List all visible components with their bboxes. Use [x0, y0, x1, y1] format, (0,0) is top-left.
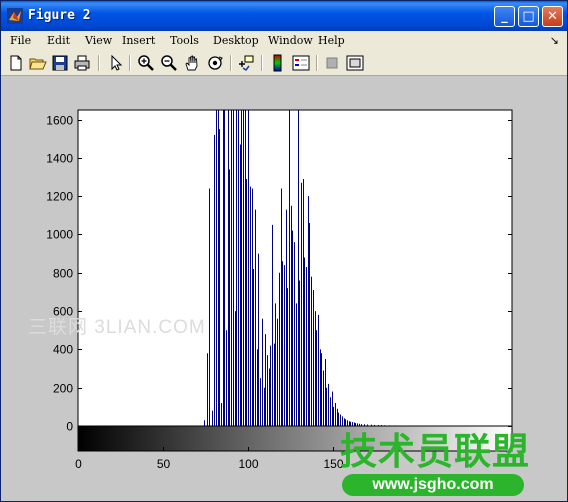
hide-plot-tools-icon[interactable] [323, 54, 341, 72]
y-tick-label: 1200 [46, 190, 73, 204]
watermark-jsgho-title: 技术员联盟 [340, 431, 530, 472]
y-tick-label: 1600 [46, 114, 73, 128]
matlab-logo-icon [7, 8, 23, 24]
menu-edit[interactable]: Edit [47, 34, 70, 47]
y-tick-label: 0 [66, 420, 73, 434]
y-tick-label: 200 [53, 382, 73, 396]
menu-dock-arrow-icon[interactable]: ↘ [550, 34, 559, 47]
menu-desktop[interactable]: Desktop [213, 34, 259, 47]
open-file-icon[interactable] [29, 54, 47, 72]
colorbar-icon[interactable] [269, 54, 287, 72]
zoom-in-icon[interactable] [137, 54, 155, 72]
data-cursor-icon[interactable] [237, 54, 255, 72]
rotate-3d-icon[interactable] [206, 54, 224, 72]
zoom-out-icon[interactable] [160, 54, 178, 72]
toolbar-separator [316, 55, 318, 71]
window-title: Figure 2 [28, 8, 91, 23]
figure-window: Figure 2 _ □ ✕ File Edit View Insert Too… [0, 0, 568, 502]
y-tick-label: 800 [53, 267, 73, 281]
x-tick-label: 0 [75, 457, 82, 471]
menu-bar: File Edit View Insert Tools Desktop Wind… [1, 31, 567, 51]
menu-file[interactable]: File [10, 34, 31, 47]
watermark-jsgho: 技术员联盟 www.jsgho.com [340, 432, 530, 496]
menu-tools[interactable]: Tools [170, 34, 199, 47]
menu-help[interactable]: Help [318, 34, 345, 47]
toolbar-separator [98, 55, 100, 71]
menu-window[interactable]: Window [268, 34, 313, 47]
show-plot-tools-icon[interactable] [346, 54, 364, 72]
new-figure-icon[interactable] [7, 54, 25, 72]
minimize-button[interactable]: _ [494, 6, 515, 27]
watermark-3lian: 三联网 3LIAN.COM [28, 317, 206, 338]
edit-plot-arrow-icon[interactable] [107, 54, 125, 72]
menu-insert[interactable]: Insert [122, 34, 155, 47]
maximize-button[interactable]: □ [518, 6, 539, 27]
toolbar-separator [230, 55, 232, 71]
y-tick-label: 1000 [46, 228, 73, 242]
y-tick-label: 1400 [46, 152, 73, 166]
toolbar-separator [261, 55, 263, 71]
x-tick-label: 50 [157, 457, 171, 471]
y-tick-label: 400 [53, 343, 73, 357]
x-tick-label: 100 [238, 457, 258, 471]
save-icon[interactable] [51, 54, 69, 72]
title-bar[interactable]: Figure 2 _ □ ✕ [1, 1, 567, 31]
print-icon[interactable] [73, 54, 91, 72]
close-button[interactable]: ✕ [542, 6, 563, 27]
toolbar-separator [129, 55, 131, 71]
legend-icon[interactable] [292, 54, 310, 72]
watermark-jsgho-url: www.jsgho.com [342, 474, 524, 496]
pan-hand-icon[interactable] [183, 54, 201, 72]
menu-view[interactable]: View [85, 34, 112, 47]
figure-toolbar [1, 51, 567, 76]
